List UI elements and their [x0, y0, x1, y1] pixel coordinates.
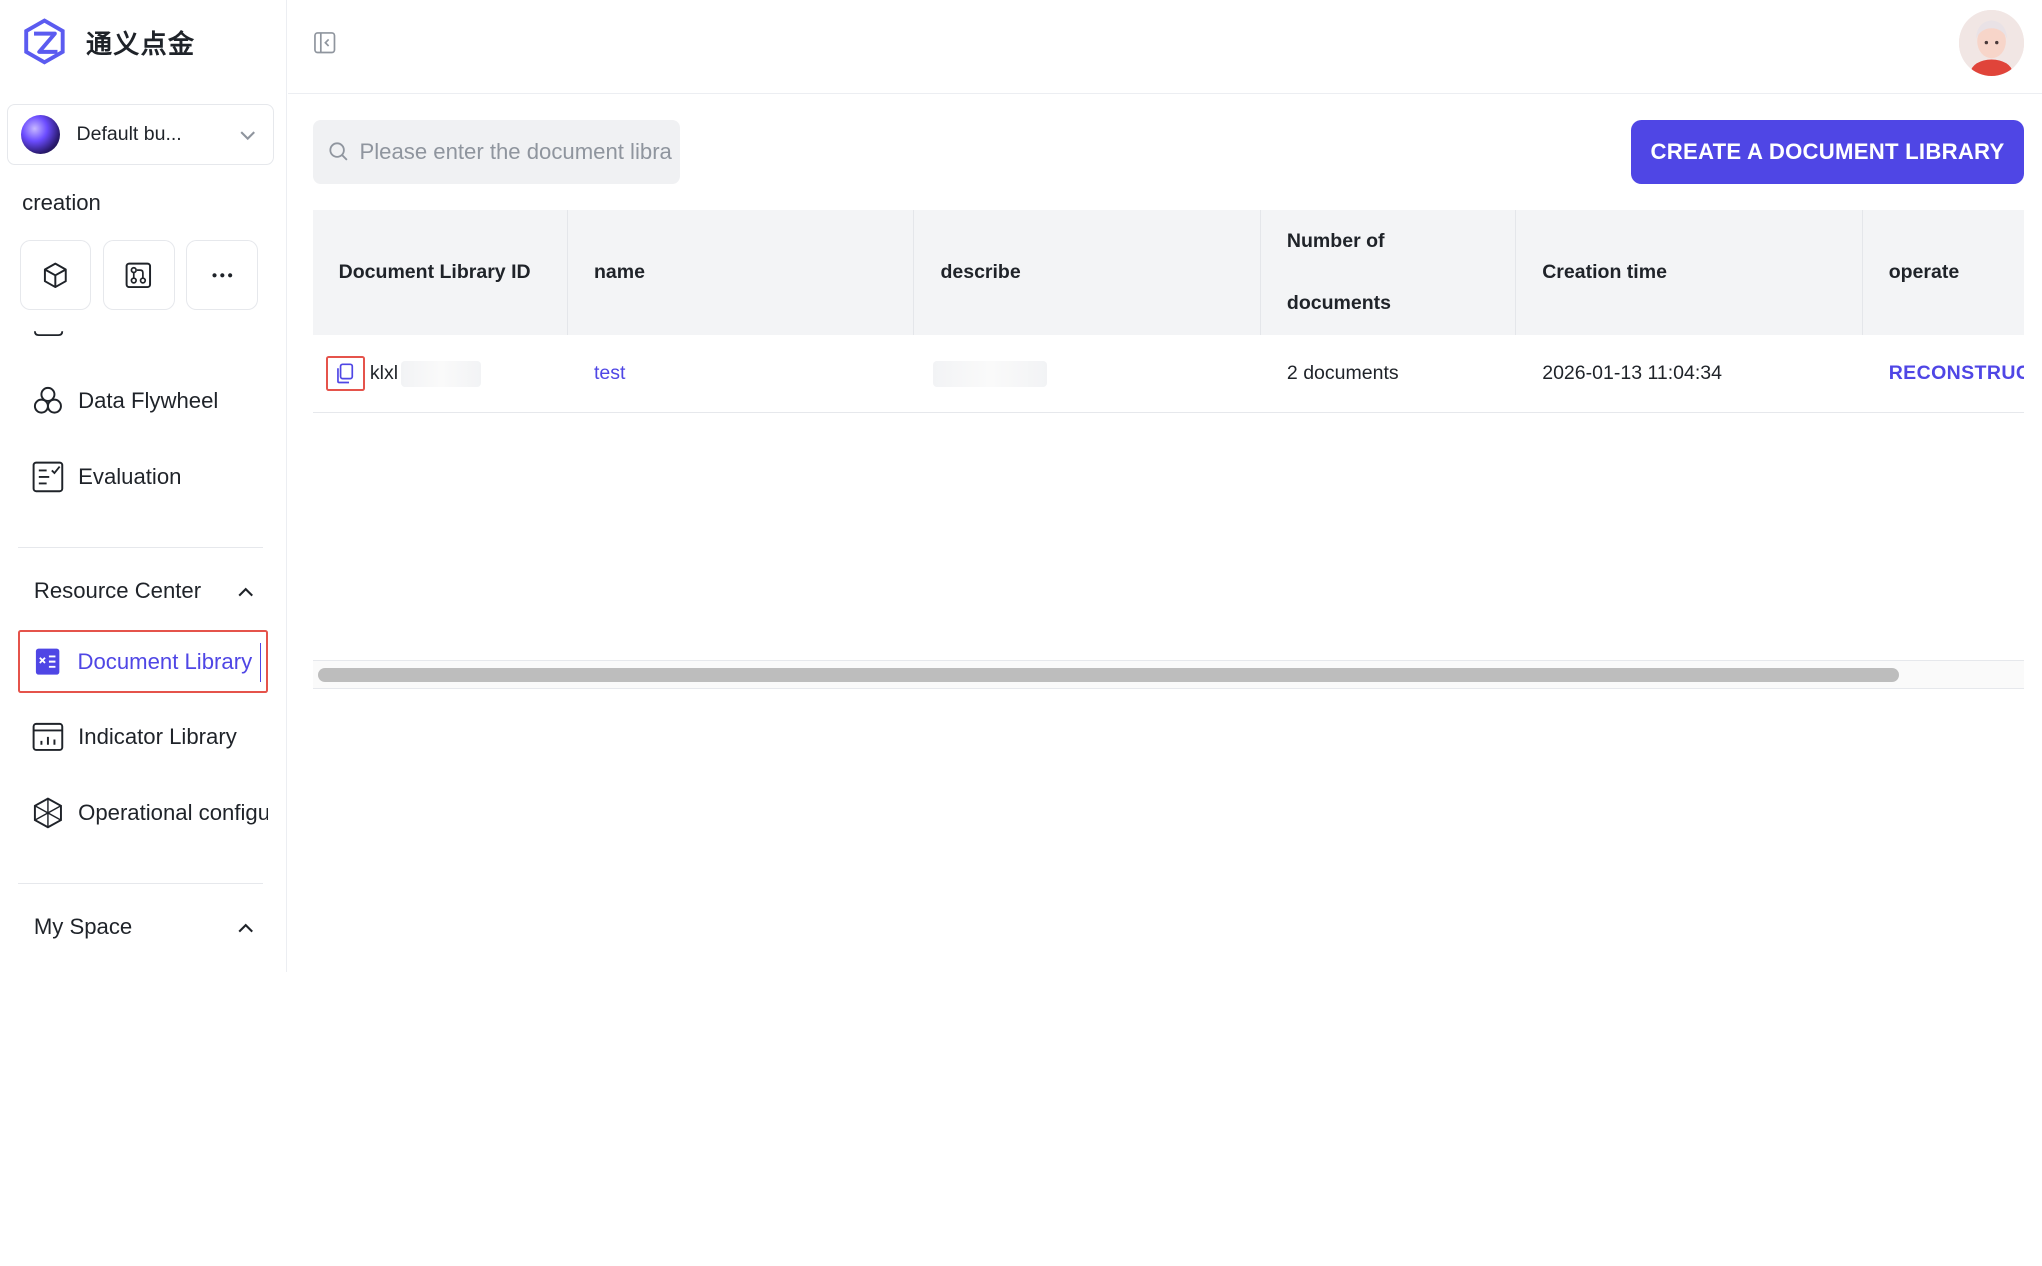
column-header-name: name — [568, 209, 915, 335]
group-resource-center[interactable]: Resource Center — [34, 578, 258, 604]
brand[interactable]: 通义点金 — [21, 18, 196, 65]
column-header-operate: operate — [1888, 260, 1960, 283]
quick-action-workflow[interactable] — [102, 239, 175, 310]
sidebar-item-label: Indicator Library — [78, 724, 237, 750]
sidebar-divider — [18, 547, 264, 549]
flywheel-icon — [31, 384, 65, 418]
workspace-name: Default bu... — [76, 123, 182, 146]
user-avatar[interactable] — [1959, 10, 2025, 76]
sidebar-item-label: Evaluation — [78, 463, 182, 489]
app-root: 通义点金 Default bu... creation Data Flywhee… — [0, 0, 2042, 972]
copy-icon — [337, 363, 354, 384]
copy-id-button[interactable] — [325, 356, 365, 392]
cell-creation-time: 2026-01-13 11:04:34 — [1542, 362, 1722, 385]
column-header-describe: describe — [914, 209, 1261, 335]
top-bar — [287, 0, 2042, 94]
chevron-up-icon — [238, 923, 254, 933]
group-title: Resource Center — [33, 578, 202, 604]
avatar-illustration-icon — [1959, 10, 2025, 76]
workspace-selector[interactable]: Default bu... — [6, 104, 274, 166]
document-library-icon — [31, 645, 65, 679]
cube-icon — [43, 262, 67, 288]
column-header-documents: Number of documents — [1261, 209, 1517, 335]
cell-name-link[interactable]: test — [568, 335, 914, 413]
quick-action-more[interactable] — [186, 239, 258, 310]
operational-config-icon — [31, 796, 65, 830]
quick-action-cube[interactable] — [19, 239, 92, 310]
indicator-library-icon — [31, 720, 65, 754]
redacted-id-suffix — [400, 360, 482, 387]
library-id-text: klxl — [369, 362, 399, 385]
active-indicator — [259, 642, 262, 682]
document-library-table: Document Library ID name describe Number… — [312, 209, 2025, 690]
evaluation-icon — [31, 460, 65, 494]
workspace-avatar — [20, 115, 60, 155]
sidebar-item-document-library[interactable]: Document Library — [18, 630, 269, 693]
cell-operate: RECONSTRUCT — [1863, 335, 2025, 413]
horizontal-scrollbar[interactable] — [312, 660, 2025, 690]
table-header: Document Library ID name describe Number… — [312, 209, 2025, 335]
sidebar-item-label: Operational configuration — [78, 799, 268, 825]
group-my-space[interactable]: My Space — [34, 914, 258, 940]
section-label-creation: creation — [22, 190, 101, 216]
sidebar-item-evaluation[interactable]: Evaluation — [18, 445, 268, 508]
cell-id: klxl — [313, 335, 568, 413]
workflow-icon — [126, 262, 152, 288]
more-icon — [212, 272, 232, 277]
sidebar-item-data-flywheel[interactable]: Data Flywheel — [18, 370, 268, 433]
column-header-creation-time: Creation time — [1516, 209, 1863, 335]
search-icon — [329, 142, 348, 161]
sidebar: 通义点金 Default bu... creation Data Flywhee… — [0, 0, 287, 972]
group-title: My Space — [33, 914, 133, 940]
sidebar-item-label: Data Flywheel — [78, 388, 219, 414]
cell-describe — [914, 335, 1260, 413]
sidebar-item-label: Document Library — [77, 648, 253, 674]
chevron-down-icon — [240, 131, 256, 141]
chevron-up-icon — [238, 587, 254, 596]
column-header-id: Document Library ID — [313, 209, 568, 335]
sidebar-item-indicator-library[interactable]: Indicator Library — [18, 706, 268, 769]
sidebar-collapse-icon[interactable] — [313, 31, 336, 54]
sidebar-item-operational-config[interactable]: Operational configuration — [18, 782, 268, 845]
cell-documents: 2 documents — [1286, 362, 1399, 385]
create-document-library-button[interactable]: CREATE A DOCUMENT LIBRARY — [1630, 119, 2025, 184]
scrollbar-thumb[interactable] — [317, 667, 1900, 683]
reconstruct-link[interactable]: RECONSTRUCT — [1889, 362, 2025, 385]
table-row: klxl test 2 documents 2026-01-13 11:04:3… — [312, 335, 2025, 413]
brand-logo-icon — [24, 18, 65, 65]
sidebar-divider — [18, 883, 264, 885]
search-box[interactable] — [312, 119, 680, 184]
quick-actions — [19, 239, 258, 310]
partial-list-icon — [34, 330, 64, 336]
redacted-description — [932, 360, 1048, 387]
search-input[interactable] — [359, 138, 673, 165]
brand-title: 通义点金 — [85, 28, 196, 59]
